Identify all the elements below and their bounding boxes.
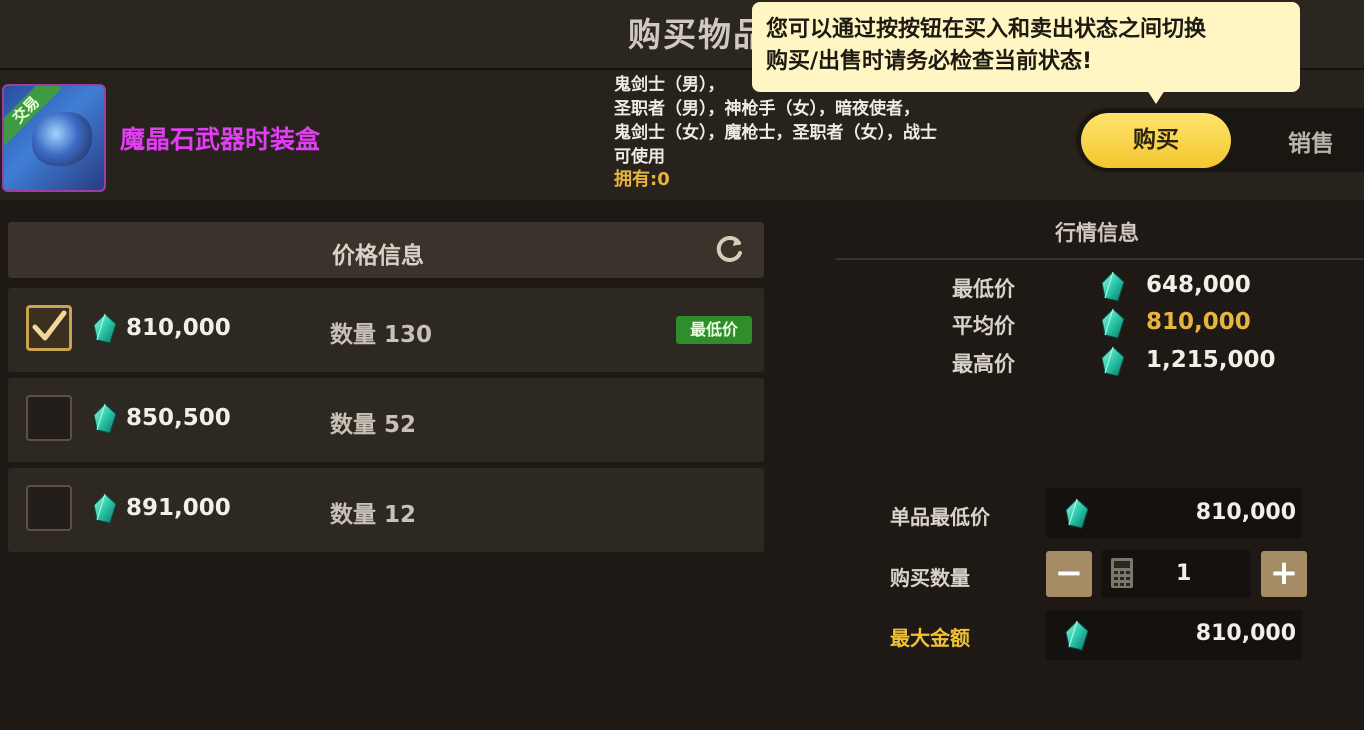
market-info-title: 行情信息 [1055, 221, 1139, 245]
buy-quantity-label: 购买数量 [890, 566, 970, 590]
lowest-price-tag: 最低价 [676, 316, 752, 344]
tooltip-line: 购买/出售时请务必检查当前状态! [766, 49, 1093, 74]
row-checkbox[interactable] [26, 485, 72, 531]
tooltip-line: 您可以通过按按钮在买入和卖出状态之间切换 [766, 17, 1207, 42]
mode-tooltip: 您可以通过按按钮在买入和卖出状态之间切换 购买/出售时请务必检查当前状态! [752, 2, 1300, 92]
quantity-value: 1 [1176, 561, 1192, 586]
row-quantity: 数量 52 [330, 405, 416, 439]
desc-line: 圣职者（男），神枪手（女），暗夜使者， [614, 99, 920, 119]
gem-icon [1100, 308, 1126, 340]
max-amount-label: 最大金额 [890, 626, 970, 650]
item-name: 魔晶石武器时装盒 [120, 125, 321, 154]
qty-value: 130 [384, 322, 433, 348]
market-lowest-value: 648,000 [1146, 272, 1251, 298]
gem-icon [1064, 498, 1090, 530]
qty-label: 数量 [330, 322, 376, 348]
market-highest-value: 1,215,000 [1146, 347, 1276, 373]
tooltip-arrow [1147, 90, 1165, 104]
unit-min-price-label: 单品最低价 [890, 505, 990, 529]
check-icon [32, 310, 67, 341]
row-checkbox[interactable] [26, 395, 72, 441]
market-avg-value: 810,000 [1146, 309, 1251, 335]
decrease-quantity-button[interactable]: − [1046, 551, 1092, 597]
refresh-icon[interactable] [715, 234, 745, 264]
row-quantity: 数量 130 [330, 315, 432, 349]
gem-icon [1064, 620, 1090, 652]
divider [836, 258, 1364, 260]
market-highest-label: 最高价 [952, 352, 1015, 376]
calculator-icon[interactable] [1110, 557, 1134, 589]
max-amount-value: 810,000 [1195, 621, 1296, 646]
qty-value: 12 [384, 502, 417, 528]
page-title: 购买物品 [628, 15, 768, 54]
gem-icon [92, 313, 118, 345]
sell-mode-button[interactable]: 销售 [1288, 124, 1334, 158]
row-quantity: 数量 12 [330, 495, 416, 529]
gem-icon [92, 403, 118, 435]
row-price: 850,500 [126, 405, 231, 431]
qty-label: 数量 [330, 502, 376, 528]
buy-mode-button[interactable]: 购买 [1081, 113, 1231, 168]
market-avg-label: 平均价 [952, 314, 1015, 338]
increase-quantity-button[interactable]: + [1261, 551, 1307, 597]
market-lowest-label: 最低价 [952, 277, 1015, 301]
item-icon[interactable]: 交易 [2, 84, 106, 192]
gem-icon [1100, 271, 1126, 303]
unit-min-price-value: 810,000 [1195, 500, 1296, 525]
weapon-box-icon [32, 112, 92, 166]
gem-icon [1100, 346, 1126, 378]
desc-line: 鬼剑士（女），魔枪士，圣职者（女），战士 [614, 123, 937, 143]
row-price: 810,000 [126, 315, 231, 341]
qty-value: 52 [384, 412, 417, 438]
price-info-title: 价格信息 [332, 243, 424, 269]
owned-count: 拥有:0 [614, 169, 670, 190]
gem-icon [92, 493, 118, 525]
qty-label: 数量 [330, 412, 376, 438]
row-price: 891,000 [126, 495, 231, 521]
desc-line: 可使用 [614, 147, 665, 167]
